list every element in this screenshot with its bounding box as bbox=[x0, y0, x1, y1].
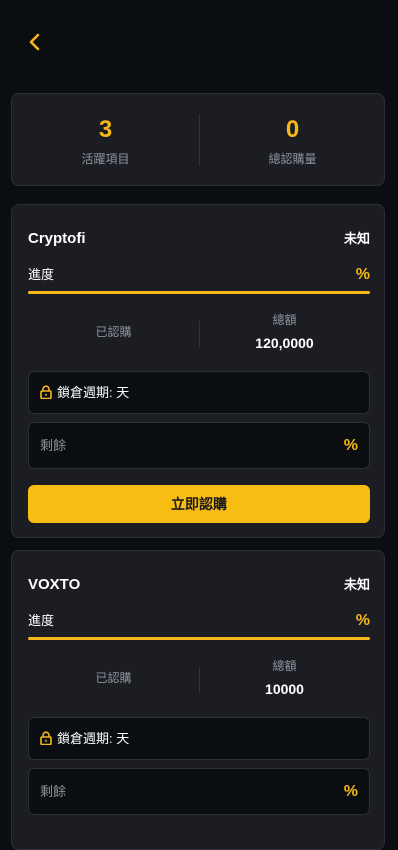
progress-percent: % bbox=[355, 266, 370, 283]
total-amount-label: 總額 bbox=[272, 659, 297, 673]
progress-percent: % bbox=[355, 612, 370, 629]
subscribed-label: 已認購 bbox=[95, 325, 132, 339]
lock-period-text: 鎖倉週期: 天 bbox=[57, 385, 130, 400]
total-amount-column: 總額 120,0000 bbox=[199, 309, 370, 359]
progress-bar-fill bbox=[28, 291, 370, 294]
project-name: Cryptofi bbox=[28, 230, 86, 247]
total-amount-label: 總額 bbox=[272, 313, 297, 327]
total-subscribed-label: 總認購量 bbox=[268, 152, 317, 166]
lock-icon bbox=[40, 731, 52, 745]
back-button[interactable] bbox=[22, 28, 48, 56]
total-amount-value: 120,0000 bbox=[255, 335, 314, 351]
remaining-label: 剩餘 bbox=[40, 438, 67, 453]
active-projects-value: 3 bbox=[98, 116, 113, 143]
progress-label: 進度 bbox=[28, 267, 55, 282]
progress-bar bbox=[28, 291, 370, 294]
stats-card: 3 活躍項目 0 總認購量 bbox=[11, 93, 385, 186]
lock-period-box: 鎖倉週期: 天 bbox=[28, 717, 370, 760]
project-name: VOXTO bbox=[28, 576, 81, 593]
chevron-left-icon bbox=[29, 33, 40, 51]
remaining-label: 剩餘 bbox=[40, 784, 67, 799]
top-bar bbox=[0, 0, 398, 84]
total-subscribed-value: 0 bbox=[285, 116, 300, 143]
total-amount-column: 總額 10000 bbox=[199, 655, 370, 705]
lock-period-box: 鎖倉週期: 天 bbox=[28, 371, 370, 414]
subscribe-now-button[interactable]: 立即認購 bbox=[28, 485, 370, 523]
project-status: 未知 bbox=[343, 231, 370, 246]
progress-label: 進度 bbox=[28, 613, 55, 628]
lock-icon bbox=[40, 385, 52, 399]
total-amount-value: 10000 bbox=[265, 681, 304, 697]
remaining-percent: % bbox=[343, 437, 358, 454]
total-subscribed-stat: 0 總認購量 bbox=[199, 94, 386, 187]
subscribed-label: 已認購 bbox=[95, 671, 132, 685]
active-projects-label: 活躍項目 bbox=[81, 152, 130, 166]
progress-bar-fill bbox=[28, 637, 370, 640]
project-card-cryptofi: Cryptofi 未知 進度 % 已認購 總額 120,0000 鎖倉週期: 天… bbox=[11, 204, 385, 538]
active-projects-stat: 3 活躍項目 bbox=[12, 94, 199, 187]
subscribed-column: 已認購 bbox=[28, 655, 199, 705]
remaining-percent: % bbox=[343, 783, 358, 800]
progress-bar bbox=[28, 637, 370, 640]
project-status: 未知 bbox=[343, 577, 370, 592]
remaining-field: 剩餘 % bbox=[28, 422, 370, 469]
subscribed-column: 已認購 bbox=[28, 309, 199, 359]
lock-period-text: 鎖倉週期: 天 bbox=[57, 731, 130, 746]
remaining-field: 剩餘 % bbox=[28, 768, 370, 815]
project-card-voxto: VOXTO 未知 進度 % 已認購 總額 10000 鎖倉週期: 天 剩餘 % bbox=[11, 550, 385, 850]
